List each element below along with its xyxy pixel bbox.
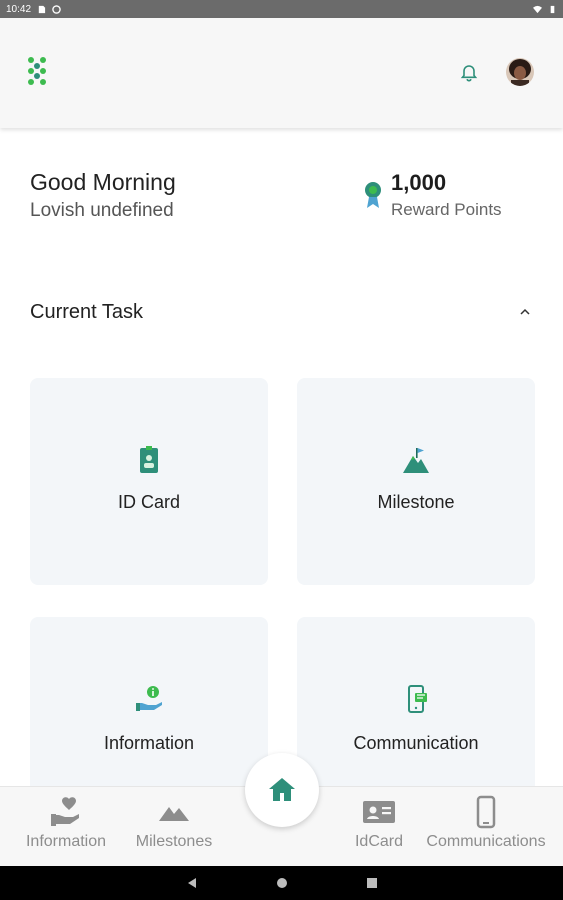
- nav-item-idcard[interactable]: IdCard: [351, 795, 407, 851]
- mountain-icon: [159, 807, 189, 821]
- reward-points-label: Reward Points: [391, 200, 502, 219]
- current-task-header[interactable]: Current Task: [30, 298, 533, 326]
- communication-label: Communication: [353, 733, 479, 753]
- greeting-block: Good Morning Lovish undefined: [30, 168, 176, 224]
- back-icon[interactable]: [185, 876, 199, 890]
- communication-icon: [408, 685, 427, 713]
- id-card-tile[interactable]: ID Card: [30, 378, 268, 585]
- home-icon: [269, 778, 295, 801]
- nav-label-information: Information: [25, 833, 107, 850]
- home-nav-icon[interactable]: [275, 876, 289, 890]
- sd-card-icon: [38, 5, 46, 13]
- milestone-tile[interactable]: Milestone: [297, 378, 535, 585]
- reward-badge-icon: [365, 182, 381, 208]
- reward-points-block: 1,000 Reward Points: [362, 170, 502, 221]
- nav-label-idcard: IdCard: [354, 833, 404, 850]
- sync-icon: [52, 4, 61, 14]
- notification-bell-icon[interactable]: [459, 63, 479, 83]
- milestone-icon: [403, 448, 429, 473]
- user-name: Lovish undefined: [30, 200, 174, 221]
- nav-item-information[interactable]: Information: [20, 795, 112, 851]
- reward-points-value: 1,000: [391, 170, 447, 195]
- system-navigation-bar: [0, 866, 563, 900]
- nav-item-milestones[interactable]: Milestones: [130, 795, 218, 851]
- nav-item-communications[interactable]: Communications: [420, 795, 552, 851]
- id-card-icon: [363, 801, 395, 823]
- id-card-label: ID Card: [117, 492, 180, 512]
- battery-icon: [550, 5, 555, 13]
- status-bar: 10:42: [0, 0, 563, 18]
- greeting-title: Good Morning: [30, 169, 176, 195]
- app-header: [0, 18, 563, 128]
- current-task-title: Current Task: [30, 300, 144, 323]
- id-card-icon: [140, 446, 158, 473]
- nav-label-communications: Communications: [426, 833, 546, 850]
- milestone-label: Milestone: [377, 492, 455, 512]
- hand-heart-icon: [51, 797, 79, 826]
- chevron-up-icon[interactable]: [517, 304, 533, 320]
- home-button[interactable]: [245, 753, 319, 827]
- wifi-icon: [533, 5, 542, 13]
- information-icon: [136, 686, 162, 711]
- recents-icon[interactable]: [365, 876, 379, 890]
- status-time: 10:42: [6, 3, 32, 15]
- nav-label-milestones: Milestones: [135, 833, 213, 850]
- information-label: Information: [103, 733, 195, 753]
- phone-icon: [476, 795, 496, 829]
- user-avatar[interactable]: [506, 58, 534, 86]
- app-logo-icon: [28, 57, 46, 85]
